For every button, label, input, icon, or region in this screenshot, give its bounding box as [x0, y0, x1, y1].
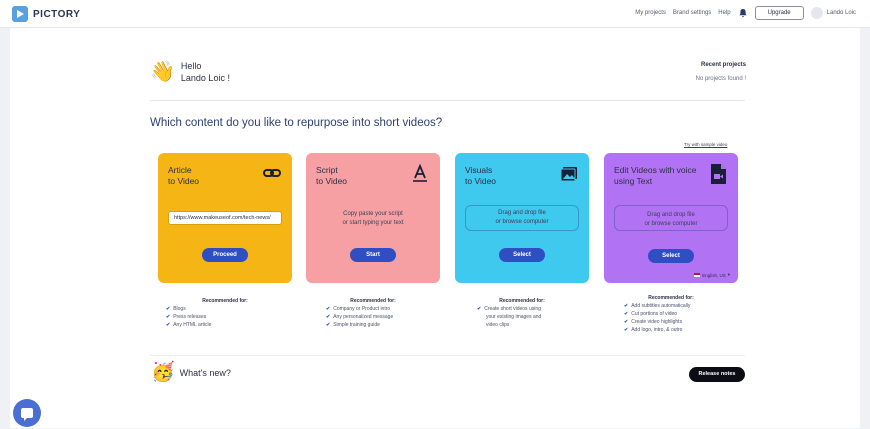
- check-icon: ✔: [326, 306, 331, 312]
- proceed-button[interactable]: Proceed: [202, 248, 248, 262]
- language-label: English, US: [702, 272, 726, 278]
- check-icon: ✔: [624, 311, 629, 317]
- card-article-to-video[interactable]: Article to Video https://www.makeuseof.c…: [158, 153, 292, 283]
- user-name: Lando Loic: [826, 10, 856, 16]
- recent-projects: Recent projects No projects found !: [696, 58, 746, 86]
- app-name: PICTORY: [33, 8, 81, 20]
- avatar: [810, 7, 823, 19]
- check-icon: ✔: [166, 306, 171, 312]
- check-icon: ✔: [477, 306, 482, 312]
- list-item: ✔ Add subtitles automatically: [624, 303, 691, 309]
- us-flag-icon: [694, 273, 701, 277]
- greeting-hello: Hello: [180, 61, 202, 71]
- bell-icon[interactable]: [738, 8, 748, 18]
- script-instructions: Copy paste your script or start typing y…: [342, 211, 404, 226]
- upgrade-button[interactable]: Upgrade: [754, 6, 804, 20]
- app-logo[interactable]: PICTORY: [12, 6, 80, 22]
- recent-projects-title: Recent projects: [700, 62, 746, 68]
- check-icon: ✔: [624, 319, 629, 325]
- top-bar: PICTORY My projects Brand settings Help …: [0, 0, 870, 28]
- card-edit-videos[interactable]: Edit Videos with voice using Text Drag a…: [604, 153, 738, 283]
- waving-hand-icon: 👋: [150, 61, 175, 83]
- divider: [150, 100, 745, 101]
- select-video-button[interactable]: Select: [648, 249, 694, 263]
- greeting: 👋 Hello Lando Loic !: [150, 60, 230, 84]
- list-item: ✔ Cut portions of video: [624, 311, 678, 317]
- party-face-icon: 🥳: [151, 362, 175, 383]
- select-visuals-button[interactable]: Select: [499, 248, 545, 262]
- text-a-icon: [410, 163, 430, 183]
- divider: [150, 355, 745, 356]
- list-item: ✔ Create video highlights: [624, 319, 683, 325]
- list-item: ✔ Create short videos using: [477, 306, 541, 312]
- check-icon: ✔: [624, 327, 629, 333]
- list-item: video clips: [486, 322, 510, 328]
- check-icon: ✔: [326, 314, 331, 320]
- check-icon: ✔: [326, 322, 331, 328]
- article-url-input[interactable]: https://www.makeuseof.com/tech-news/: [168, 211, 282, 225]
- user-menu[interactable]: Lando Loic: [810, 7, 856, 19]
- nav-my-projects[interactable]: My projects: [635, 10, 666, 16]
- nav-brand-settings[interactable]: Brand settings: [673, 10, 711, 16]
- card-script-to-video[interactable]: Script to Video Copy paste your script o…: [306, 153, 440, 283]
- chat-icon: [21, 408, 33, 421]
- whats-new-title: What's new?: [179, 367, 231, 378]
- card-visuals-to-video[interactable]: Visuals to Video Drag and drop file or b…: [455, 153, 589, 283]
- whats-new: 🥳 What's new?: [151, 363, 231, 382]
- card-title-line1: Visuals: [465, 165, 493, 175]
- list-item: your existing images and: [486, 314, 542, 320]
- release-notes-button[interactable]: Release notes: [689, 367, 745, 382]
- card-title-line1: Article: [168, 165, 192, 175]
- sample-video-link[interactable]: Try with sample video: [684, 142, 727, 147]
- recommended-visuals: Recommended for: ✔ Create short videos us…: [455, 297, 589, 329]
- list-item: ✔ Company or Product intro: [326, 306, 391, 312]
- check-icon: ✔: [624, 303, 629, 309]
- card-title-line2: using Text: [614, 176, 653, 186]
- nav-help[interactable]: Help: [718, 10, 730, 16]
- video-file-icon: [708, 163, 728, 184]
- language-selector[interactable]: English, US ▾: [694, 272, 730, 278]
- pictory-logo-icon: [12, 6, 28, 22]
- card-title-line1: Edit Videos with voice: [614, 165, 697, 175]
- card-title-line2: to Video: [168, 176, 200, 186]
- top-nav: My projects Brand settings Help Upgrade …: [635, 6, 856, 20]
- recommended-edit: Recommended for: ✔ Add subtitles automati…: [604, 294, 738, 334]
- check-icon: ✔: [166, 314, 171, 320]
- start-button[interactable]: Start: [350, 248, 396, 262]
- page-heading: Which content do you like to repurpose i…: [150, 117, 443, 129]
- list-item: ✔ Blogs: [166, 306, 186, 312]
- list-item: ✔ Any HTML article: [166, 322, 212, 328]
- caret-down-icon: ▾: [727, 272, 730, 277]
- chat-button[interactable]: [13, 399, 41, 427]
- recommended-article: Recommended for: ✔ Blogs ✔ Press releases …: [158, 297, 292, 329]
- card-title-line2: to Video: [465, 176, 497, 186]
- link-icon: [262, 163, 282, 183]
- visuals-drop-text: Drag and drop file or browse computer: [495, 210, 549, 225]
- greeting-name: Lando Loic !: [180, 73, 230, 83]
- recommended-script: Recommended for: ✔ Company or Product int…: [306, 297, 440, 329]
- card-title-line1: Script: [316, 165, 338, 175]
- list-item: ✔ Add logo, intro, & outro: [624, 327, 683, 333]
- card-title-line2: to Video: [316, 176, 348, 186]
- image-folder-icon: [559, 163, 579, 183]
- check-icon: ✔: [166, 322, 171, 328]
- edit-drop-text: Drag and drop file or browse computer: [644, 212, 698, 227]
- list-item: ✔ Any personalized message: [326, 314, 394, 320]
- list-item: ✔ Simple training guide: [326, 322, 380, 328]
- recent-projects-empty: No projects found !: [695, 76, 746, 82]
- list-item: ✔ Press releases: [166, 314, 207, 320]
